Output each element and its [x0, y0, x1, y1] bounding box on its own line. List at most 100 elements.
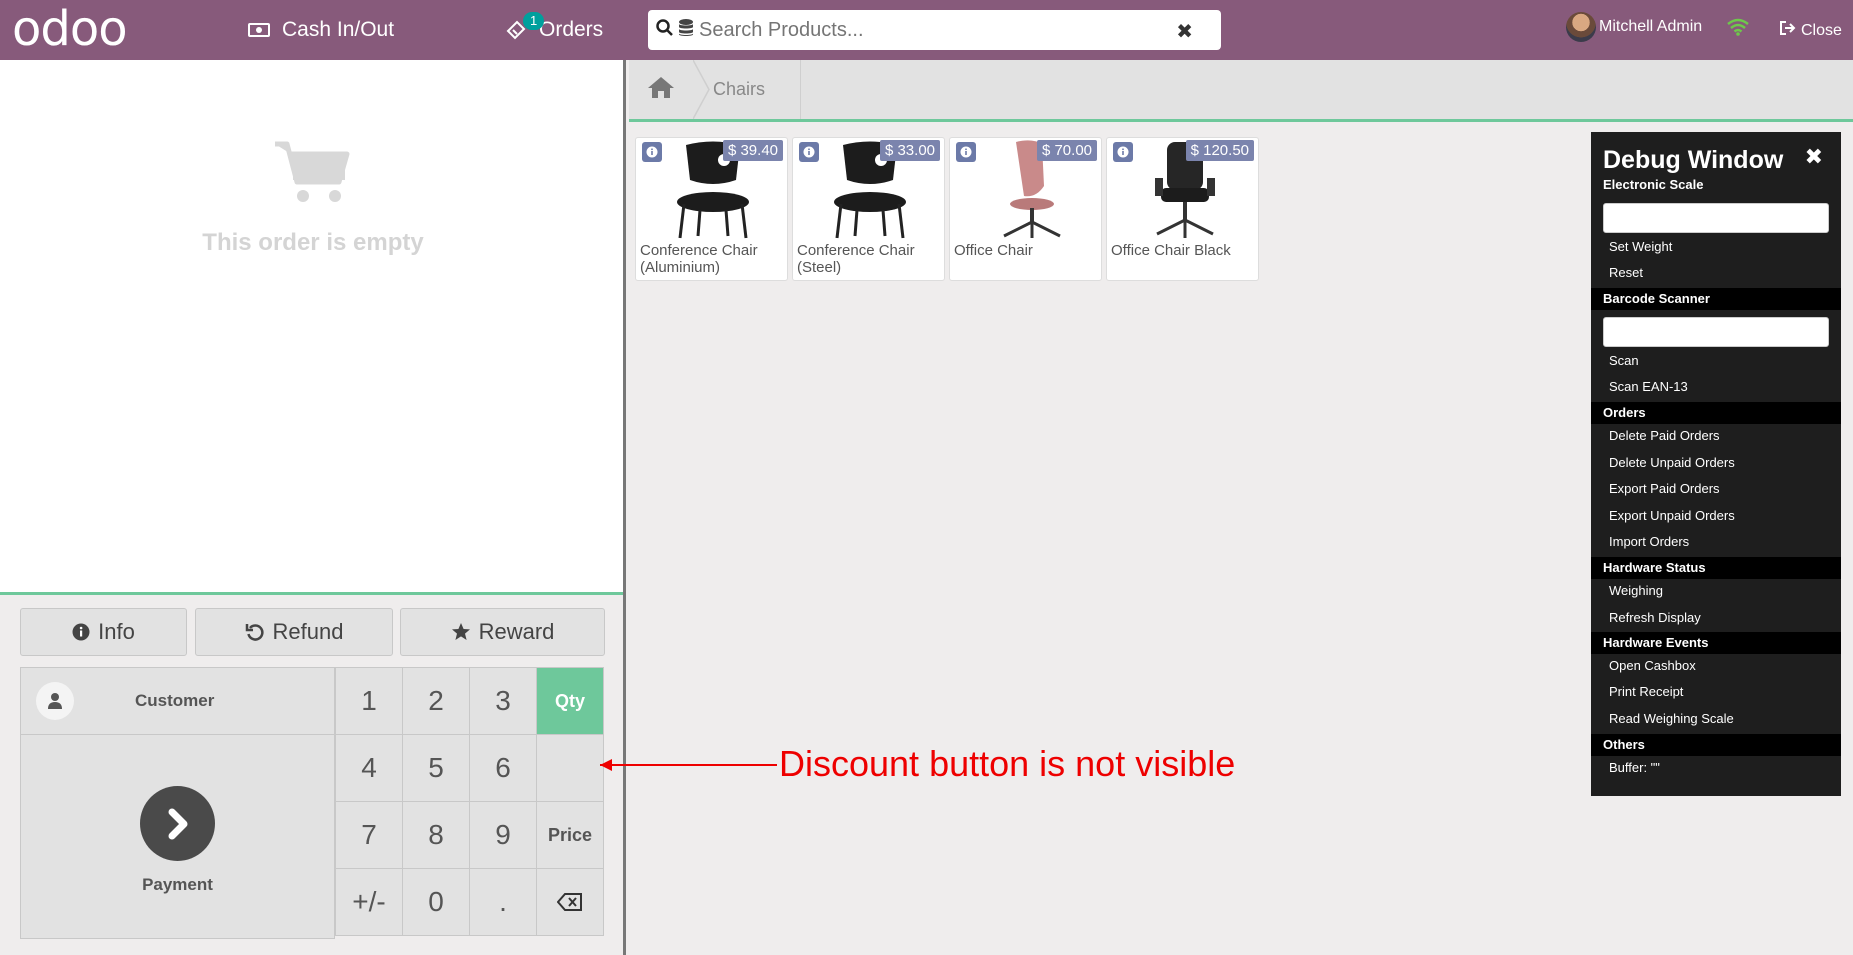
- close-label: Close: [1801, 21, 1842, 39]
- orders-button[interactable]: 1 Orders: [505, 0, 603, 60]
- section-hardware-status: Hardware Status: [1591, 557, 1841, 579]
- home-category-button[interactable]: [629, 60, 693, 119]
- debug-window: Debug Window ✖ Electronic Scale Set Weig…: [1591, 132, 1841, 796]
- order-pane: This order is empty Info Refund Reward C…: [0, 60, 626, 955]
- product-card[interactable]: $ 39.40 Conference Chair (Aluminium): [635, 137, 788, 281]
- numpad-key-3[interactable]: 3: [469, 667, 537, 735]
- top-bar: odoo Cash In/Out 1 Orders ✖ Mitchell Adm…: [0, 0, 1853, 60]
- scan-ean13-link[interactable]: Scan EAN-13: [1609, 379, 1688, 394]
- refresh-display-link[interactable]: Refresh Display: [1609, 610, 1701, 625]
- numpad-plus-minus[interactable]: +/-: [335, 868, 403, 936]
- product-price: $ 39.40: [722, 140, 783, 161]
- backspace-icon: [556, 886, 583, 918]
- product-search-box: ✖: [648, 10, 1221, 50]
- customer-label: Customer: [135, 691, 215, 710]
- info-label: Info: [98, 619, 135, 644]
- user-menu[interactable]: Mitchell Admin: [1566, 12, 1702, 42]
- numpad-key-9[interactable]: 9: [469, 801, 537, 869]
- database-icon: [677, 18, 695, 43]
- scan-link[interactable]: Scan: [1609, 353, 1639, 368]
- numpad-area: Customer Payment 1 2 3 Qty 4 5 6 7 8 9 P…: [20, 667, 605, 939]
- shopping-cart-icon: [273, 141, 353, 210]
- clear-search-icon[interactable]: ✖: [1176, 19, 1193, 44]
- product-info-icon[interactable]: [642, 142, 662, 162]
- reward-button[interactable]: Reward: [400, 608, 605, 656]
- section-electronic-scale: Electronic Scale: [1603, 177, 1704, 192]
- money-icon: [248, 22, 270, 38]
- wifi-icon: [1726, 18, 1750, 41]
- import-orders-link[interactable]: Import Orders: [1609, 534, 1689, 549]
- open-cashbox-link[interactable]: Open Cashbox: [1609, 658, 1696, 673]
- section-others: Others: [1591, 734, 1841, 756]
- product-name: Office Chair: [954, 242, 1033, 259]
- numpad-key-2[interactable]: 2: [402, 667, 470, 735]
- product-card[interactable]: $ 33.00 Conference Chair (Steel): [792, 137, 945, 281]
- reward-label: Reward: [478, 619, 555, 644]
- print-receipt-link[interactable]: Print Receipt: [1609, 684, 1683, 699]
- odoo-logo: odoo: [12, 1, 128, 57]
- cash-in-out-button[interactable]: Cash In/Out: [248, 0, 394, 60]
- read-weighing-scale-link[interactable]: Read Weighing Scale: [1609, 711, 1734, 726]
- user-avatar: [1566, 12, 1596, 42]
- user-name: Mitchell Admin: [1599, 18, 1703, 35]
- section-hardware-events: Hardware Events: [1591, 632, 1841, 654]
- search-icon: [656, 18, 674, 42]
- barcode-input[interactable]: [1603, 317, 1829, 347]
- annotation-arrow-line: [600, 764, 777, 766]
- control-panel: Info Refund Reward Customer Payment 1 2 …: [0, 592, 623, 955]
- numpad-key-5[interactable]: 5: [402, 734, 470, 802]
- product-price: $ 33.00: [879, 140, 940, 161]
- product-info-icon[interactable]: [799, 142, 819, 162]
- numpad-qty-mode[interactable]: Qty: [536, 667, 604, 735]
- annotation-arrowhead: [600, 759, 612, 771]
- numpad-key-7[interactable]: 7: [335, 801, 403, 869]
- star-icon: [451, 622, 471, 642]
- breadcrumb-chairs[interactable]: Chairs: [713, 60, 781, 119]
- debug-window-title: Debug Window: [1603, 146, 1784, 174]
- empty-order-placeholder: This order is empty: [0, 140, 626, 257]
- product-name: Conference Chair (Steel): [797, 242, 915, 276]
- product-info-icon[interactable]: [1113, 142, 1133, 162]
- refund-label: Refund: [272, 619, 344, 644]
- numpad-key-6[interactable]: 6: [469, 734, 537, 802]
- set-weight-link[interactable]: Set Weight: [1609, 239, 1672, 254]
- export-paid-orders-link[interactable]: Export Paid Orders: [1609, 481, 1720, 496]
- close-icon[interactable]: ✖: [1805, 144, 1823, 170]
- payment-label: Payment: [142, 875, 213, 894]
- search-input[interactable]: [699, 18, 1159, 42]
- product-info-icon[interactable]: [956, 142, 976, 162]
- numpad-decimal[interactable]: .: [469, 868, 537, 936]
- numpad-price-mode[interactable]: Price: [536, 801, 604, 869]
- chevron-right-icon: [140, 786, 215, 861]
- section-orders: Orders: [1591, 402, 1841, 424]
- numpad-key-8[interactable]: 8: [402, 801, 470, 869]
- numpad-key-0[interactable]: 0: [402, 868, 470, 936]
- product-name: Office Chair Black: [1111, 242, 1231, 259]
- numpad-empty-discount-slot[interactable]: [536, 734, 604, 802]
- payment-button[interactable]: Payment: [20, 734, 335, 939]
- weight-input[interactable]: [1603, 203, 1829, 233]
- category-breadcrumb: Chairs: [629, 60, 1853, 122]
- product-price: $ 120.50: [1185, 140, 1254, 161]
- export-unpaid-orders-link[interactable]: Export Unpaid Orders: [1609, 508, 1735, 523]
- weighing-status[interactable]: Weighing: [1609, 583, 1663, 598]
- info-icon: [72, 623, 90, 641]
- numpad-key-4[interactable]: 4: [335, 734, 403, 802]
- home-icon: [646, 75, 676, 104]
- cash-in-out-label: Cash In/Out: [282, 18, 395, 41]
- delete-paid-orders-link[interactable]: Delete Paid Orders: [1609, 428, 1720, 443]
- delete-unpaid-orders-link[interactable]: Delete Unpaid Orders: [1609, 455, 1735, 470]
- annotation-text: Discount button is not visible: [779, 743, 1236, 784]
- numpad-key-1[interactable]: 1: [335, 667, 403, 735]
- product-name: Conference Chair (Aluminium): [640, 242, 758, 276]
- reset-link[interactable]: Reset: [1609, 265, 1643, 280]
- product-card[interactable]: $ 120.50 Office Chair Black: [1106, 137, 1259, 281]
- refund-button[interactable]: Refund: [195, 608, 393, 656]
- section-barcode-scanner: Barcode Scanner: [1591, 288, 1841, 310]
- close-pos-button[interactable]: Close: [1779, 20, 1842, 41]
- customer-button[interactable]: Customer: [20, 667, 335, 735]
- numpad-backspace[interactable]: [536, 868, 604, 936]
- info-button[interactable]: Info: [20, 608, 187, 656]
- undo-icon: [245, 622, 265, 642]
- product-card[interactable]: $ 70.00 Office Chair: [949, 137, 1102, 281]
